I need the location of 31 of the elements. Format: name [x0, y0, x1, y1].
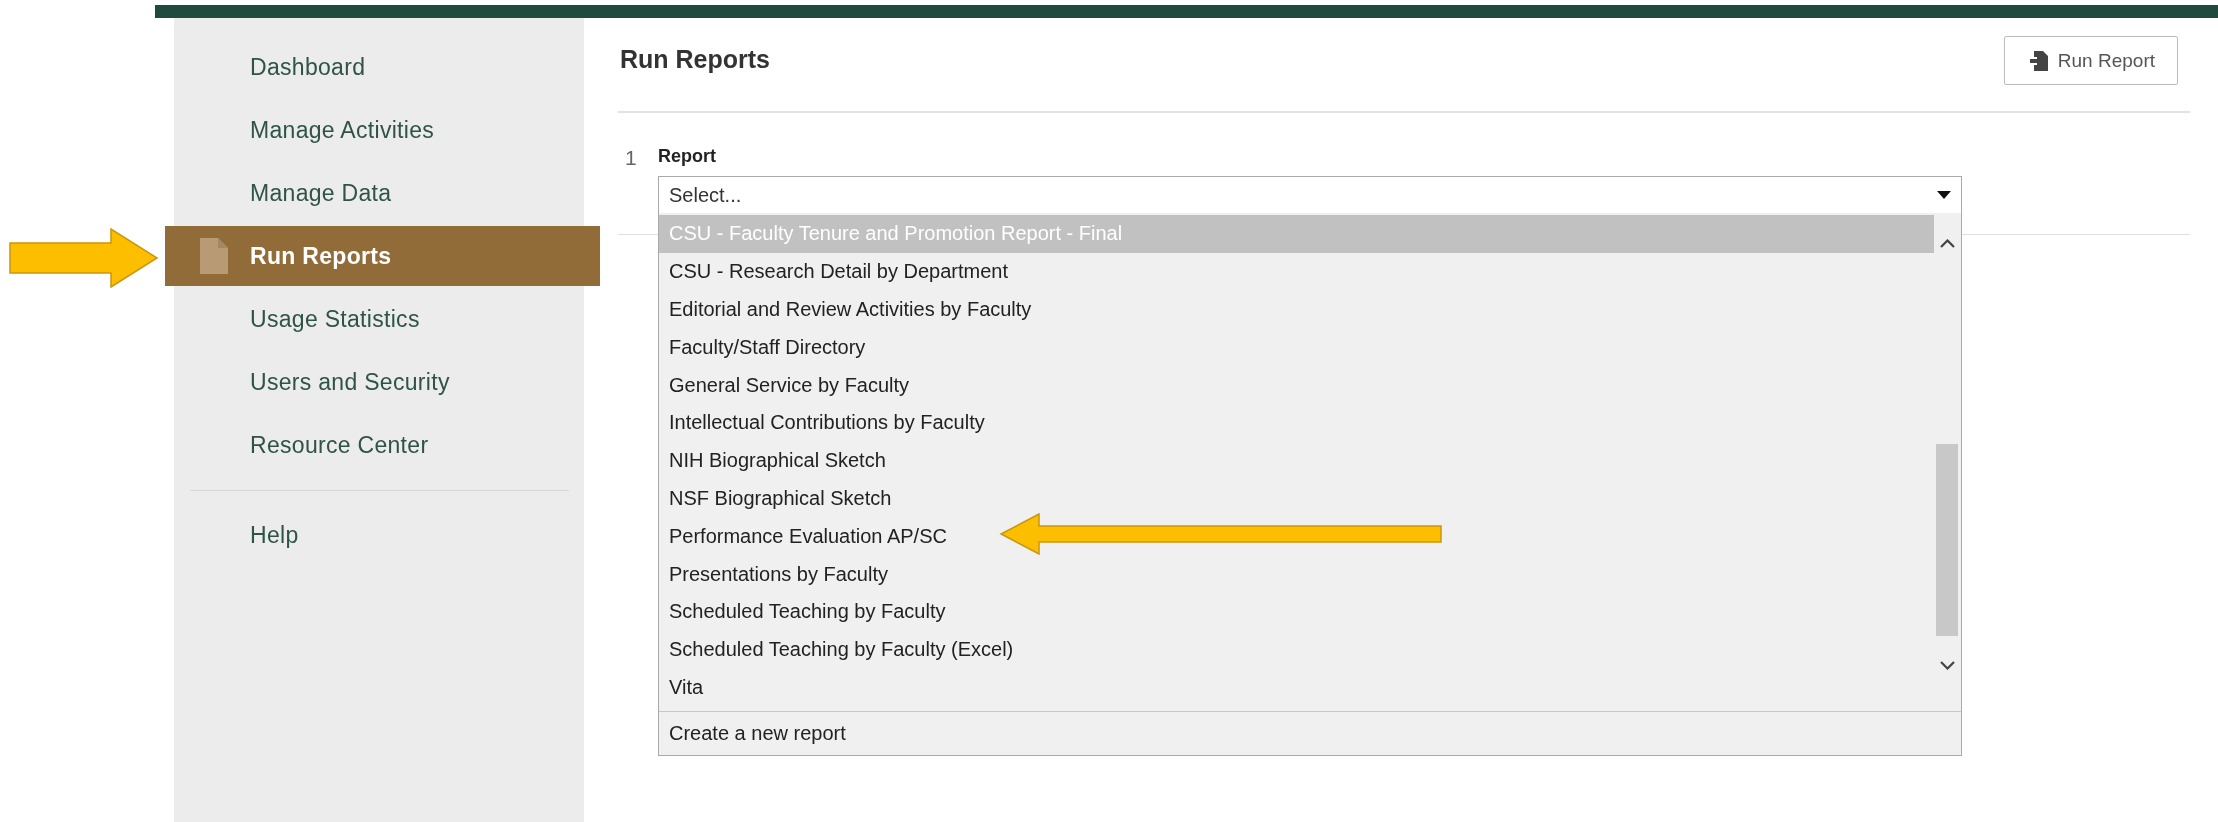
sidebar-item[interactable]: Help — [174, 504, 584, 567]
dropdown-option[interactable]: Scheduled Teaching by Faculty — [659, 592, 1934, 631]
sidebar-item[interactable]: Usage Statistics — [174, 288, 584, 351]
page-title: Run Reports — [620, 45, 770, 74]
dropdown-option[interactable]: Faculty/Staff Directory — [659, 328, 1934, 367]
sidebar-item[interactable]: Dashboard — [174, 36, 584, 99]
dropdown-option[interactable]: Intellectual Contributions by Faculty — [659, 404, 1934, 442]
dropdown-option[interactable]: NSF Biographical Sketch — [659, 479, 1934, 518]
dropdown-option[interactable]: Presentations by Faculty — [659, 555, 1934, 593]
dropdown-option[interactable]: General Service by Faculty — [659, 366, 1934, 404]
step-number: 1 — [624, 146, 638, 171]
sidebar-item[interactable]: Manage Activities — [174, 99, 584, 162]
dropdown-option[interactable]: Scheduled Teaching by Faculty (Excel) — [659, 630, 1934, 669]
sidebar-item[interactable]: Manage Data — [174, 162, 584, 225]
sidebar-item[interactable]: Users and Security — [174, 351, 584, 414]
run-report-button[interactable]: Run Report — [2003, 36, 2178, 85]
dropdown-option[interactable]: Create a new report — [659, 712, 1961, 755]
scroll-down-icon — [1940, 661, 1955, 670]
dropdown-option[interactable]: Editorial and Review Activities by Faculty — [659, 290, 1934, 329]
dropdown-option[interactable]: Vita — [659, 668, 1934, 707]
report-select[interactable]: Select... — [658, 176, 1962, 214]
dropdown-caret-icon — [1937, 191, 1951, 199]
scroll-up-icon — [1940, 239, 1955, 248]
dropdown-option[interactable]: Performance Evaluation AP/SC — [659, 517, 1934, 556]
dropdown-option[interactable]: CSU - Research Detail by Department — [659, 252, 1934, 291]
document-icon — [200, 238, 228, 274]
sidebar-item[interactable]: Resource Center — [174, 414, 584, 477]
run-report-icon — [2029, 50, 2048, 71]
dropdown-option[interactable]: NIH Biographical Sketch — [659, 441, 1934, 480]
sidebar-item[interactable]: Run Reports — [165, 226, 600, 286]
field-label: Report — [658, 146, 717, 168]
